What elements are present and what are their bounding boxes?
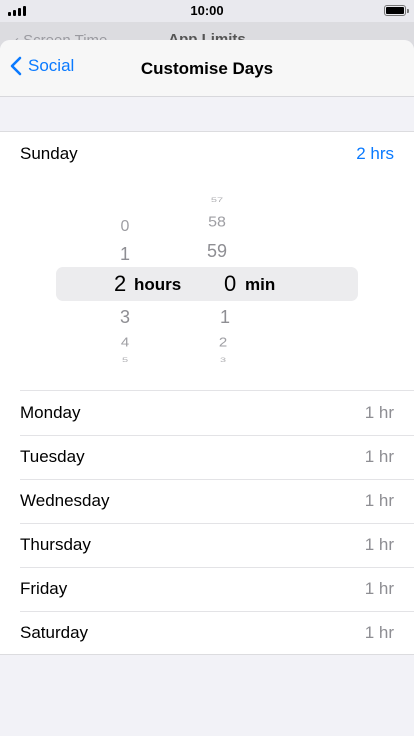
- day-row-tuesday[interactable]: Tuesday 1 hr: [0, 435, 414, 479]
- day-row-wednesday[interactable]: Wednesday 1 hr: [0, 479, 414, 523]
- day-value: 1 hr: [364, 623, 394, 642]
- minutes-option[interactable]: 57: [187, 196, 247, 203]
- days-list: Sunday 2 hrs 0 1 2 hours 3 4 5 57 58 59 …: [0, 131, 414, 655]
- minutes-unit-label: min: [245, 275, 276, 294]
- day-label: Sunday: [20, 144, 78, 163]
- day-label: Friday: [20, 579, 68, 598]
- day-row-sunday[interactable]: Sunday 2 hrs: [0, 132, 414, 176]
- hours-option[interactable]: 3: [95, 307, 155, 328]
- hours-option[interactable]: 0: [95, 218, 155, 236]
- minutes-selected[interactable]: 0: [224, 271, 236, 297]
- hours-option[interactable]: 4: [95, 335, 155, 349]
- day-row-monday[interactable]: Monday 1 hr: [0, 391, 414, 435]
- day-value: 1 hr: [364, 535, 394, 554]
- status-bar: 10:00: [0, 0, 414, 22]
- day-value: 2 hrs: [356, 144, 394, 163]
- status-time: 10:00: [190, 3, 224, 18]
- picker-selection-highlight: [56, 267, 358, 301]
- day-row-saturday[interactable]: Saturday 1 hr: [0, 611, 414, 655]
- customise-days-sheet: Social Customise Days Sunday 2 hrs 0 1 2…: [0, 40, 414, 736]
- day-value: 1 hr: [364, 579, 394, 598]
- hours-selected[interactable]: 2: [114, 271, 126, 297]
- day-label: Saturday: [20, 623, 89, 642]
- minutes-option[interactable]: 59: [187, 241, 247, 262]
- day-value: 1 hr: [364, 403, 394, 422]
- day-row-thursday[interactable]: Thursday 1 hr: [0, 523, 414, 567]
- battery-icon: [384, 5, 409, 16]
- minutes-option[interactable]: 3: [193, 356, 253, 363]
- time-picker[interactable]: 0 1 2 hours 3 4 5 57 58 59 0 min 1 2 3: [0, 176, 414, 390]
- day-label: Wednesday: [20, 491, 110, 510]
- day-value: 1 hr: [364, 447, 394, 466]
- navigation-bar: Social Customise Days: [0, 40, 414, 97]
- hours-option[interactable]: 5: [95, 356, 155, 363]
- minutes-option[interactable]: 1: [195, 307, 255, 328]
- day-label: Monday: [20, 403, 81, 422]
- page-title: Customise Days: [140, 59, 274, 78]
- hours-unit-label: hours: [134, 275, 182, 294]
- hours-option[interactable]: 1: [95, 244, 155, 265]
- minutes-option[interactable]: 2: [193, 335, 253, 349]
- day-value: 1 hr: [364, 491, 394, 510]
- day-label: Tuesday: [20, 447, 85, 466]
- day-row-friday[interactable]: Friday 1 hr: [0, 567, 414, 611]
- minutes-option[interactable]: 58: [187, 215, 247, 231]
- day-label: Thursday: [20, 535, 91, 554]
